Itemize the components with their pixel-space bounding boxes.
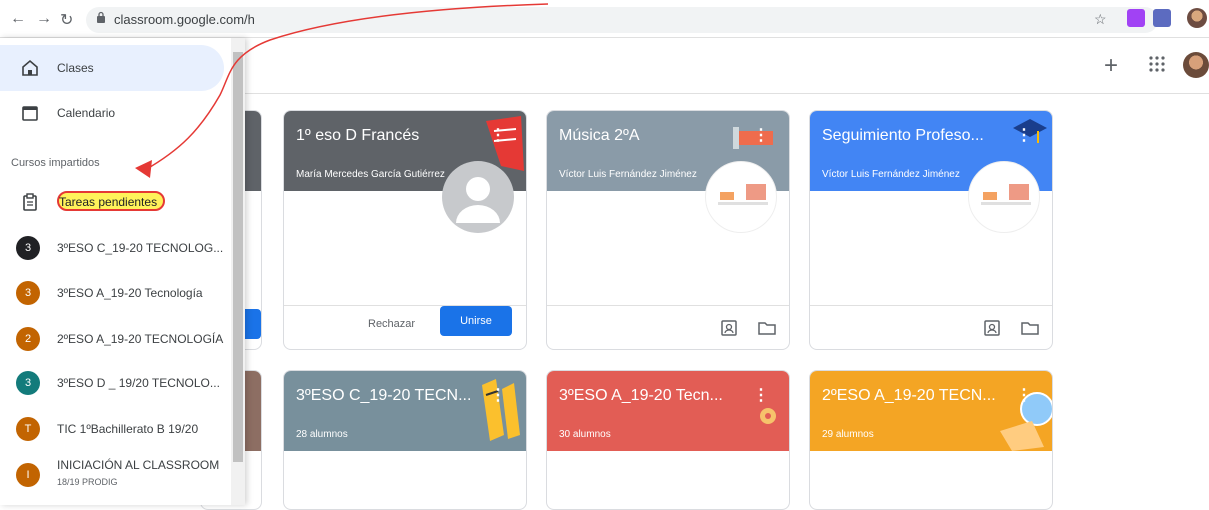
card-teacher: Víctor Luis Fernández Jiménez bbox=[822, 169, 960, 180]
clipboard-icon bbox=[23, 193, 37, 211]
card-title[interactable]: Música 2ºA bbox=[559, 127, 764, 145]
card-teacher: María Mercedes García Gutiérrez bbox=[296, 169, 445, 180]
class-card-2eso-a[interactable]: 2ºESO A_19-20 TECN... 29 alumnos ⋮ bbox=[809, 370, 1053, 510]
course-name: INICIACIÓN AL CLASSROOM bbox=[57, 458, 220, 472]
teacher-avatar bbox=[705, 161, 777, 233]
forward-icon[interactable]: → bbox=[36, 10, 52, 28]
card-menu-icon[interactable]: ⋮ bbox=[490, 125, 506, 145]
url-text: classroom.google.com/h bbox=[114, 12, 255, 27]
card-menu-icon[interactable]: ⋮ bbox=[1016, 385, 1032, 405]
card-title[interactable]: 3ºESO C_19-20 TECN... bbox=[296, 387, 501, 405]
sidebar-item-calendar[interactable]: Calendario bbox=[0, 90, 224, 136]
card-title[interactable]: 2ºESO A_19-20 TECN... bbox=[822, 387, 1027, 405]
assignment-icon[interactable] bbox=[719, 318, 739, 338]
home-icon bbox=[22, 59, 38, 76]
course-name: 3ºESO C_19-20 TECNOLOG... bbox=[57, 241, 224, 255]
browser-profile-avatar[interactable] bbox=[1187, 8, 1207, 28]
calendar-icon bbox=[22, 106, 38, 121]
sidebar-course-item[interactable]: T TIC 1ºBachillerato B 19/20 bbox=[0, 406, 224, 452]
apps-grid-icon[interactable] bbox=[1148, 55, 1166, 73]
course-name: 3ºESO A_19-20 Tecnología bbox=[57, 286, 203, 300]
course-name: 3ºESO D _ 19/20 TECNOLO... bbox=[57, 376, 220, 390]
card-footer bbox=[547, 305, 789, 349]
card-students: 30 alumnos bbox=[559, 429, 611, 440]
pdf-extension-icon[interactable] bbox=[1153, 9, 1171, 27]
teacher-avatar bbox=[968, 161, 1040, 233]
card-menu-icon[interactable]: ⋮ bbox=[1016, 125, 1032, 145]
assignment-icon[interactable] bbox=[982, 318, 1002, 338]
card-title[interactable]: Seguimiento Profeso... bbox=[822, 127, 1027, 145]
course-subtitle: 18/19 PRODIG bbox=[57, 477, 118, 487]
card-menu-icon[interactable]: ⋮ bbox=[753, 385, 769, 405]
card-teacher: Víctor Luis Fernández Jiménez bbox=[559, 169, 697, 180]
card-students: 29 alumnos bbox=[822, 429, 874, 440]
lock-icon bbox=[97, 11, 105, 23]
join-button[interactable]: Unirse bbox=[440, 306, 512, 336]
bookmark-star-icon[interactable]: ☆ bbox=[1094, 11, 1107, 28]
course-name: TIC 1ºBachillerato B 19/20 bbox=[57, 422, 199, 436]
gear-illustration-icon bbox=[760, 408, 776, 424]
back-icon[interactable]: ← bbox=[10, 10, 26, 28]
class-card-frances[interactable]: 1º eso D Francés María Mercedes García G… bbox=[283, 110, 527, 350]
plus-icon[interactable]: + bbox=[1104, 52, 1118, 80]
folder-icon[interactable] bbox=[1020, 318, 1040, 338]
class-card-seguimiento[interactable]: Seguimiento Profeso... Víctor Luis Ferná… bbox=[809, 110, 1053, 350]
teacher-avatar bbox=[442, 161, 514, 233]
course-initial-badge: 3 bbox=[16, 371, 40, 395]
sidebar-item-label: Calendario bbox=[57, 106, 116, 120]
sidebar-course-item[interactable]: 3 3ºESO C_19-20 TECNOLOG... bbox=[0, 225, 224, 271]
card-students: 28 alumnos bbox=[296, 429, 348, 440]
user-avatar[interactable] bbox=[1183, 52, 1209, 78]
sidebar-scrollbar-thumb[interactable] bbox=[233, 52, 243, 462]
browser-toolbar: ← → ↻ classroom.google.com/h ☆ bbox=[0, 0, 1209, 38]
pending-tasks-label: Tareas pendientes bbox=[59, 195, 158, 209]
card-title[interactable]: 3ºESO A_19-20 Tecn... bbox=[559, 387, 764, 405]
course-initial-badge: 3 bbox=[16, 236, 40, 260]
class-card-3eso-c[interactable]: 3ºESO C_19-20 TECN... 28 alumnos ⋮ bbox=[283, 370, 527, 510]
card-title[interactable]: 1º eso D Francés bbox=[296, 127, 501, 145]
sidebar-item-label: Clases bbox=[57, 61, 94, 75]
card-menu-icon[interactable]: ⋮ bbox=[490, 385, 506, 405]
course-name: 2ºESO A_19-20 TECNOLOGÍA bbox=[57, 332, 224, 346]
class-card-3eso-a[interactable]: 3ºESO A_19-20 Tecn... 30 alumnos ⋮ bbox=[546, 370, 790, 510]
reject-button[interactable]: Rechazar bbox=[368, 318, 415, 330]
section-title-taught-courses: Cursos impartidos bbox=[11, 157, 100, 169]
sidebar-course-item[interactable]: 2 2ºESO A_19-20 TECNOLOGÍA bbox=[0, 316, 224, 362]
sidebar-item-classes[interactable]: Clases bbox=[0, 45, 224, 91]
card-footer: Rechazar Unirse bbox=[284, 305, 526, 349]
reload-icon[interactable]: ↻ bbox=[60, 10, 73, 30]
extension-icon[interactable] bbox=[1127, 9, 1145, 27]
card-menu-icon[interactable]: ⋮ bbox=[753, 125, 769, 145]
course-initial-badge: T bbox=[16, 417, 40, 441]
folder-icon[interactable] bbox=[757, 318, 777, 338]
course-initial-badge: I bbox=[16, 463, 40, 487]
course-initial-badge: 2 bbox=[16, 327, 40, 351]
navigation-drawer: Clases Calendario Cursos impartidos Tare… bbox=[0, 38, 245, 505]
card-footer bbox=[810, 305, 1052, 349]
sidebar-course-item[interactable]: 3 3ºESO D _ 19/20 TECNOLO... bbox=[0, 360, 224, 406]
class-card-musica[interactable]: Música 2ºA Víctor Luis Fernández Jiménez… bbox=[546, 110, 790, 350]
sidebar-course-item[interactable]: 3 3ºESO A_19-20 Tecnología bbox=[0, 270, 224, 316]
sidebar-course-item[interactable]: I INICIACIÓN AL CLASSROOM 18/19 PRODIG bbox=[0, 450, 224, 500]
course-initial-badge: 3 bbox=[16, 281, 40, 305]
